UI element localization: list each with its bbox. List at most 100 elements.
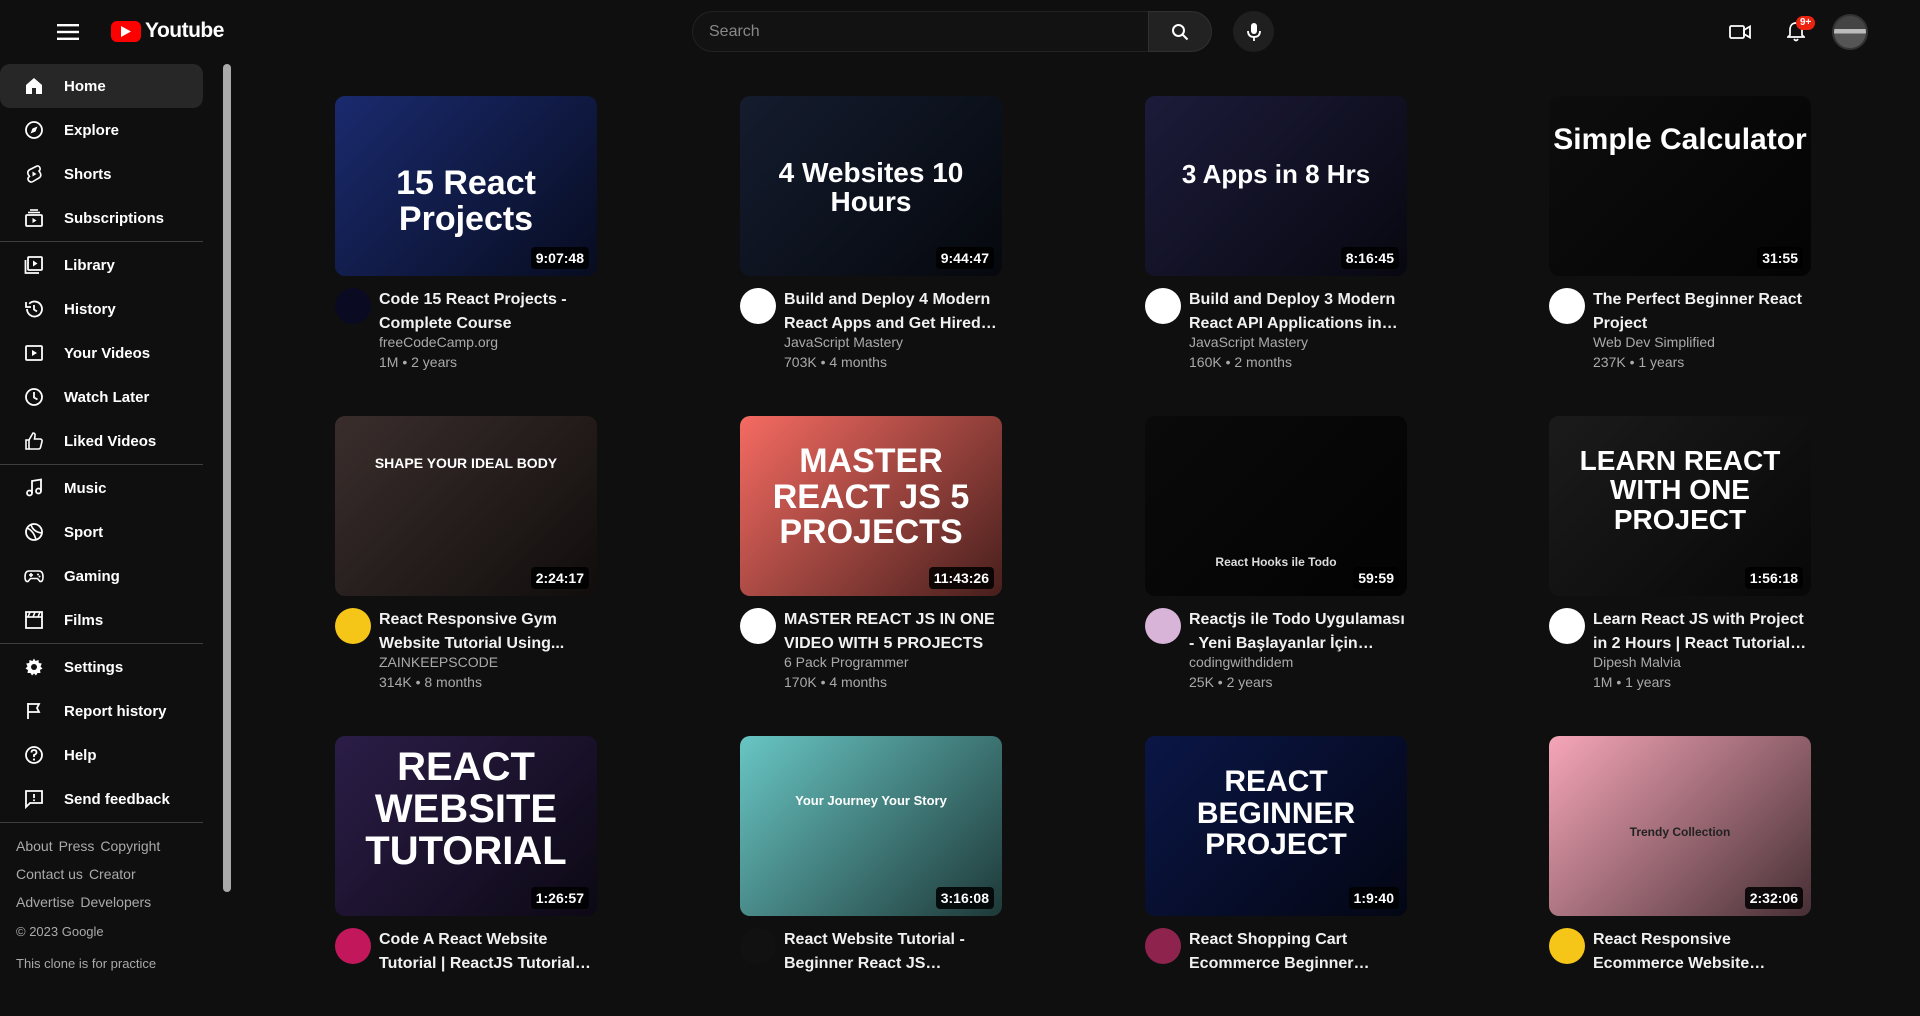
- video-card[interactable]: REACT BEGINNER PROJECT 1:9:40 React Shoppi…: [1145, 736, 1407, 1016]
- video-thumbnail[interactable]: 15 React Projects 9:07:48: [335, 96, 597, 276]
- channel-avatar[interactable]: [740, 928, 776, 964]
- youtube-logo[interactable]: Youtube: [111, 19, 224, 43]
- video-thumbnail[interactable]: MASTER REACT JS 5 PROJECTS 11:43:26: [740, 416, 1002, 596]
- sidebar-item-your-videos[interactable]: Your Videos: [0, 331, 203, 375]
- sidebar-item-send-feedback[interactable]: Send feedback: [0, 777, 203, 821]
- channel-name[interactable]: JavaScript Mastery: [784, 334, 903, 350]
- footer-link-press[interactable]: Press: [59, 838, 95, 854]
- video-card[interactable]: 4 Websites 10 Hours 9:44:47 Build and Depl…: [740, 96, 1002, 376]
- sidebar-item-music[interactable]: Music: [0, 466, 203, 510]
- video-thumbnail[interactable]: 4 Websites 10 Hours 9:44:47: [740, 96, 1002, 276]
- channel-avatar[interactable]: [1549, 928, 1585, 964]
- channel-name[interactable]: Dipesh Malvia: [1593, 654, 1681, 670]
- footer-link-advertise[interactable]: Advertise: [16, 894, 74, 910]
- video-thumbnail[interactable]: React Hooks ile Todo 59:59: [1145, 416, 1407, 596]
- notifications-button[interactable]: 9+: [1776, 12, 1816, 52]
- sidebar-item-library[interactable]: Library: [0, 243, 203, 287]
- channel-name[interactable]: JavaScript Mastery: [1189, 334, 1308, 350]
- search-button[interactable]: [1148, 11, 1212, 52]
- channel-avatar[interactable]: [1145, 288, 1181, 324]
- video-card[interactable]: REACT WEBSITE TUTORIAL 1:26:57 Code A Reac…: [335, 736, 597, 1016]
- video-title[interactable]: React Responsive Gym Website Tutorial Us…: [379, 608, 597, 656]
- video-title[interactable]: Code A React Website Tutorial | ReactJS …: [379, 928, 597, 976]
- channel-avatar[interactable]: [1549, 608, 1585, 644]
- sidebar-item-liked-videos[interactable]: Liked Videos: [0, 419, 203, 463]
- footer-link-creator[interactable]: Creator: [89, 866, 136, 882]
- footer-link-row: About Press Copyright: [16, 832, 188, 860]
- video-card[interactable]: Simple Calculator 31:55 The Perfect Beginn…: [1549, 96, 1811, 376]
- video-card[interactable]: 3 Apps in 8 Hrs 8:16:45 Build and Deploy 3…: [1145, 96, 1407, 376]
- video-card[interactable]: 15 React Projects 9:07:48 Code 15 React Pr…: [335, 96, 597, 376]
- channel-name[interactable]: Web Dev Simplified: [1593, 334, 1715, 350]
- channel-name[interactable]: ZAINKEEPSCODE: [379, 654, 498, 670]
- footer-link-contact-us[interactable]: Contact us: [16, 866, 83, 882]
- footer-link-developers[interactable]: Developers: [80, 894, 151, 910]
- search-input[interactable]: [692, 11, 1148, 52]
- footer-link-copyright[interactable]: Copyright: [100, 838, 160, 854]
- video-card[interactable]: Your Journey Your Story 3:16:08 React Webs…: [740, 736, 1002, 1016]
- sidebar-divider: [0, 464, 203, 465]
- channel-avatar[interactable]: [1145, 608, 1181, 644]
- video-title[interactable]: The Perfect Beginner React Project: [1593, 288, 1811, 336]
- footer-link-about[interactable]: About: [16, 838, 53, 854]
- video-meta: Learn React JS with Project in 2 Hours |…: [1549, 608, 1811, 696]
- video-thumbnail[interactable]: Trendy Collection 2:32:06: [1549, 736, 1811, 916]
- menu-icon[interactable]: [52, 18, 84, 46]
- sidebar-item-report-history[interactable]: Report history: [0, 689, 203, 733]
- sidebar-item-history[interactable]: History: [0, 287, 203, 331]
- channel-avatar[interactable]: [335, 928, 371, 964]
- sidebar-item-sport[interactable]: Sport: [0, 510, 203, 554]
- channel-avatar[interactable]: [740, 608, 776, 644]
- video-title[interactable]: Reactjs ile Todo Uygulaması - Yeni Başla…: [1189, 608, 1407, 656]
- sidebar-item-watch-later[interactable]: Watch Later: [0, 375, 203, 419]
- video-thumbnail[interactable]: Your Journey Your Story 3:16:08: [740, 736, 1002, 916]
- video-title[interactable]: Build and Deploy 3 Modern React API Appl…: [1189, 288, 1407, 336]
- video-thumbnail[interactable]: Simple Calculator 31:55: [1549, 96, 1811, 276]
- video-thumbnail[interactable]: LEARN REACT WITH ONE PROJECT 1:56:18: [1549, 416, 1811, 596]
- history-icon: [25, 300, 43, 318]
- sidebar-item-subscriptions[interactable]: Subscriptions: [0, 196, 203, 240]
- user-avatar[interactable]: [1832, 14, 1868, 50]
- video-title[interactable]: Learn React JS with Project in 2 Hours |…: [1593, 608, 1811, 656]
- channel-avatar[interactable]: [1549, 288, 1585, 324]
- video-title[interactable]: MASTER REACT JS IN ONE VIDEO WITH 5 PROJ…: [784, 608, 1002, 656]
- video-card[interactable]: React Hooks ile Todo 59:59 Reactjs ile Tod…: [1145, 416, 1407, 696]
- video-duration: 2:24:17: [530, 567, 589, 589]
- channel-name[interactable]: codingwithdidem: [1189, 654, 1293, 670]
- channel-avatar[interactable]: [335, 608, 371, 644]
- sidebar-item-films[interactable]: Films: [0, 598, 203, 642]
- channel-name[interactable]: 6 Pack Programmer: [784, 654, 908, 670]
- channel-avatar[interactable]: [740, 288, 776, 324]
- video-thumbnail[interactable]: REACT BEGINNER PROJECT 1:9:40: [1145, 736, 1407, 916]
- sidebar-item-gaming[interactable]: Gaming: [0, 554, 203, 598]
- video-card[interactable]: SHAPE YOUR IDEAL BODY 2:24:17 React Respon…: [335, 416, 597, 696]
- sidebar-item-help[interactable]: Help: [0, 733, 203, 777]
- video-title[interactable]: React Shopping Cart Ecommerce Beginner W…: [1189, 928, 1407, 976]
- video-card[interactable]: MASTER REACT JS 5 PROJECTS 11:43:26 MASTER…: [740, 416, 1002, 696]
- video-camera-icon: [1729, 24, 1751, 40]
- channel-avatar[interactable]: [1145, 928, 1181, 964]
- voice-search-button[interactable]: [1233, 11, 1274, 52]
- sidebar-item-shorts[interactable]: Shorts: [0, 152, 203, 196]
- sidebar-item-explore[interactable]: Explore: [0, 108, 203, 152]
- home-icon: [26, 78, 42, 94]
- top-bar: Youtube 9+: [0, 0, 1920, 64]
- film-icon: [25, 611, 43, 629]
- video-thumbnail[interactable]: SHAPE YOUR IDEAL BODY 2:24:17: [335, 416, 597, 596]
- video-title[interactable]: React Responsive Ecommerce Website Tutor…: [1593, 928, 1811, 976]
- thumbnail-text: REACT WEBSITE TUTORIAL: [365, 745, 567, 873]
- channel-name[interactable]: freeCodeCamp.org: [379, 334, 498, 350]
- sidebar-scrollbar[interactable]: [223, 64, 231, 892]
- video-thumbnail[interactable]: 3 Apps in 8 Hrs 8:16:45: [1145, 96, 1407, 276]
- sidebar-item-settings[interactable]: Settings: [0, 645, 203, 689]
- video-title[interactable]: React Website Tutorial - Beginner React …: [784, 928, 1002, 976]
- sidebar-item-home[interactable]: Home: [0, 64, 203, 108]
- video-meta: Reactjs ile Todo Uygulaması - Yeni Başla…: [1145, 608, 1407, 696]
- video-title[interactable]: Code 15 React Projects - Complete Course: [379, 288, 597, 336]
- video-card[interactable]: LEARN REACT WITH ONE PROJECT 1:56:18 Learn…: [1549, 416, 1811, 696]
- create-video-button[interactable]: [1720, 12, 1760, 52]
- video-thumbnail[interactable]: REACT WEBSITE TUTORIAL 1:26:57: [335, 736, 597, 916]
- video-title[interactable]: Build and Deploy 4 Modern React Apps and…: [784, 288, 1002, 336]
- channel-avatar[interactable]: [335, 288, 371, 324]
- video-card[interactable]: Trendy Collection 2:32:06 React Responsive…: [1549, 736, 1811, 1016]
